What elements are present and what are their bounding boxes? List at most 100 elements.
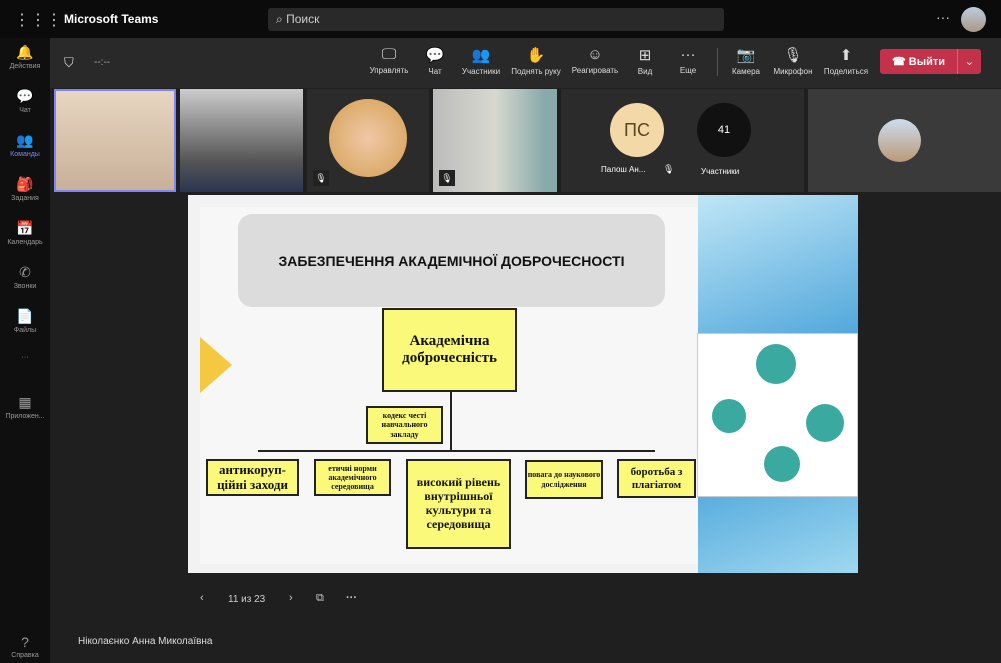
- sidebar-label: Календарь: [7, 239, 43, 246]
- child-box: антикоруп-ційні заходи: [206, 459, 299, 496]
- toolbar-icon: 👥: [471, 47, 491, 64]
- title-bar: ⋮⋮⋮ Microsoft Teams ⌕ Поиск ···: [0, 0, 1001, 38]
- slide-more-button[interactable]: ···: [346, 592, 357, 604]
- toolbar-button-9[interactable]: ⬆ Поделиться: [824, 46, 868, 76]
- sidebar-label: Звонки: [13, 283, 37, 290]
- slide-grid-icon[interactable]: ⧉: [316, 592, 324, 605]
- search-placeholder: Поиск: [286, 12, 320, 26]
- participant-name: Палош Ан...: [601, 165, 646, 174]
- sidebar-item-2[interactable]: 👥 Команды: [0, 132, 50, 158]
- mic-off-icon: 🎙: [439, 170, 455, 186]
- toolbar-label: Вид: [637, 67, 653, 76]
- toolbar-label: Поднять руку: [511, 67, 561, 76]
- presenter-name: Ніколаєнко Анна Миколаївна: [78, 636, 213, 647]
- meeting-toolbar: ⛉ --:-- ☎ Выйти ⌄ 🖵 Управлять 💬 Чат 👥 Участник…: [50, 38, 1001, 88]
- mic-off-icon: 🎙: [313, 170, 329, 186]
- video-tile-3[interactable]: 🎙: [307, 89, 429, 192]
- toolbar-icon: 💬: [425, 47, 445, 64]
- video-tile-2[interactable]: [180, 89, 303, 192]
- root-box: Академічна доброчесність: [382, 308, 517, 392]
- chevron-decoration: [200, 337, 232, 393]
- child-box: високий рівень внутрішньої культури та с…: [406, 459, 511, 549]
- illustration-image: [697, 333, 858, 497]
- toolbar-button-3[interactable]: ✋ Поднять руку: [511, 46, 560, 76]
- toolbar-icon: ✋: [526, 47, 546, 64]
- toolbar-icon: 🖵: [381, 46, 397, 63]
- sidebar-label: ···: [21, 354, 29, 361]
- app-launcher-icon[interactable]: ⋮⋮⋮: [14, 10, 62, 30]
- more-options-button[interactable]: ···: [936, 9, 950, 25]
- user-avatar[interactable]: [961, 7, 986, 32]
- sidebar-item-1[interactable]: 💬 Чат: [0, 88, 50, 114]
- sidebar-label: Команды: [10, 151, 40, 158]
- video-tile-4[interactable]: 🎙: [433, 89, 557, 192]
- shared-slide: ЗАБЕЗПЕЧЕННЯ АКАДЕМІЧНОЇ ДОБРОЧЕСНОСТІ А…: [188, 195, 858, 573]
- sidebar-label: Действия: [9, 63, 41, 70]
- sidebar-item-6[interactable]: 📄 Файлы: [0, 308, 50, 334]
- toolbar-button-6[interactable]: ··· Еще: [680, 46, 696, 75]
- sidebar-item-5[interactable]: ✆ Звонки: [0, 264, 50, 290]
- sidebar-label: Приложен...: [5, 413, 45, 420]
- sidebar-icon: 💬: [16, 88, 34, 104]
- toolbar-button-7[interactable]: 📷 Камера: [732, 46, 760, 76]
- toolbar-button-4[interactable]: ☺ Реагировать: [572, 46, 618, 75]
- sidebar-item-0[interactable]: 🔔 Действия: [0, 44, 50, 70]
- child-box: боротьба з плагіатом: [617, 459, 696, 498]
- slide-counter: 11 из 23: [228, 594, 266, 605]
- toolbar-label: Участники: [461, 67, 501, 76]
- sidebar-item-7[interactable]: ···: [0, 354, 50, 361]
- toolbar-divider: [717, 48, 718, 76]
- sidebar-icon: 🔔: [16, 44, 34, 60]
- participant-count[interactable]: 41: [697, 103, 751, 157]
- toolbar-icon: 📷: [736, 47, 756, 64]
- sidebar-icon: 🎒: [16, 176, 34, 192]
- sidebar-item-3[interactable]: 🎒 Задания: [0, 176, 50, 202]
- sidebar-item-4[interactable]: 📅 Календарь: [0, 220, 50, 246]
- sidebar-item-9[interactable]: ? Справка: [0, 634, 50, 659]
- toolbar-button-0[interactable]: 🖵 Управлять: [370, 46, 409, 75]
- self-video-tile[interactable]: [808, 89, 1001, 192]
- toolbar-label: Еще: [679, 66, 697, 75]
- chevron-down-icon[interactable]: ⌄: [957, 49, 981, 74]
- leave-button[interactable]: ☎ Выйти ⌄: [880, 49, 981, 74]
- participants-label: Участники: [701, 167, 740, 176]
- participant-initials: ПС: [610, 103, 664, 157]
- connector: [258, 450, 655, 452]
- sidebar-icon: 📄: [16, 308, 34, 324]
- sidebar-icon: ▦: [18, 394, 32, 410]
- toolbar-icon: ⬆: [839, 47, 853, 64]
- toolbar-icon: 🎙: [783, 47, 803, 64]
- toolbar-label: Реагировать: [571, 66, 619, 75]
- sidebar-label: Справка: [11, 652, 39, 659]
- toolbar-button-5[interactable]: ⊞ Вид: [638, 46, 652, 76]
- app-name: Microsoft Teams: [64, 12, 159, 26]
- toolbar-label: Камера: [732, 67, 760, 76]
- toolbar-icon: ⊞: [638, 47, 652, 64]
- toolbar-label: Управлять: [369, 66, 409, 75]
- next-slide-button[interactable]: ›: [289, 592, 293, 604]
- self-avatar: [878, 119, 921, 162]
- previous-slide-button[interactable]: ‹: [200, 592, 204, 604]
- toolbar-icon: ···: [680, 46, 696, 63]
- video-tile-1[interactable]: [54, 89, 176, 192]
- sidebar: 🔔 Действия 💬 Чат 👥 Команды 🎒 Задания 📅 Календарь ✆…: [0, 38, 50, 663]
- sidebar-icon: 👥: [16, 132, 34, 148]
- sidebar-label: Файлы: [13, 327, 37, 334]
- sidebar-icon: ?: [21, 634, 29, 650]
- connector: [450, 392, 452, 452]
- child-box: етичні норми академічного середовища: [314, 459, 391, 496]
- meeting-timer: --:--: [94, 57, 111, 68]
- audio-tiles: ПС Палош Ан... 🎙 41 Участники: [561, 89, 804, 192]
- slide-title: ЗАБЕЗПЕЧЕННЯ АКАДЕМІЧНОЇ ДОБРОЧЕСНОСТІ: [238, 214, 665, 307]
- toolbar-button-2[interactable]: 👥 Участники: [462, 46, 500, 76]
- toolbar-label: Чат: [428, 67, 442, 76]
- toolbar-icon: ☺: [587, 46, 603, 63]
- sidebar-item-8[interactable]: ▦ Приложен...: [0, 394, 50, 420]
- toolbar-button-1[interactable]: 💬 Чат: [426, 46, 445, 76]
- search-input[interactable]: ⌕ Поиск: [268, 8, 724, 31]
- code-box: кодекс честі навчального закладу: [366, 406, 443, 444]
- toolbar-button-8[interactable]: 🎙 Микрофон: [774, 46, 813, 76]
- sidebar-label: Задания: [11, 195, 39, 202]
- toolbar-label: Поделиться: [823, 67, 869, 76]
- sidebar-icon: 📅: [16, 220, 34, 236]
